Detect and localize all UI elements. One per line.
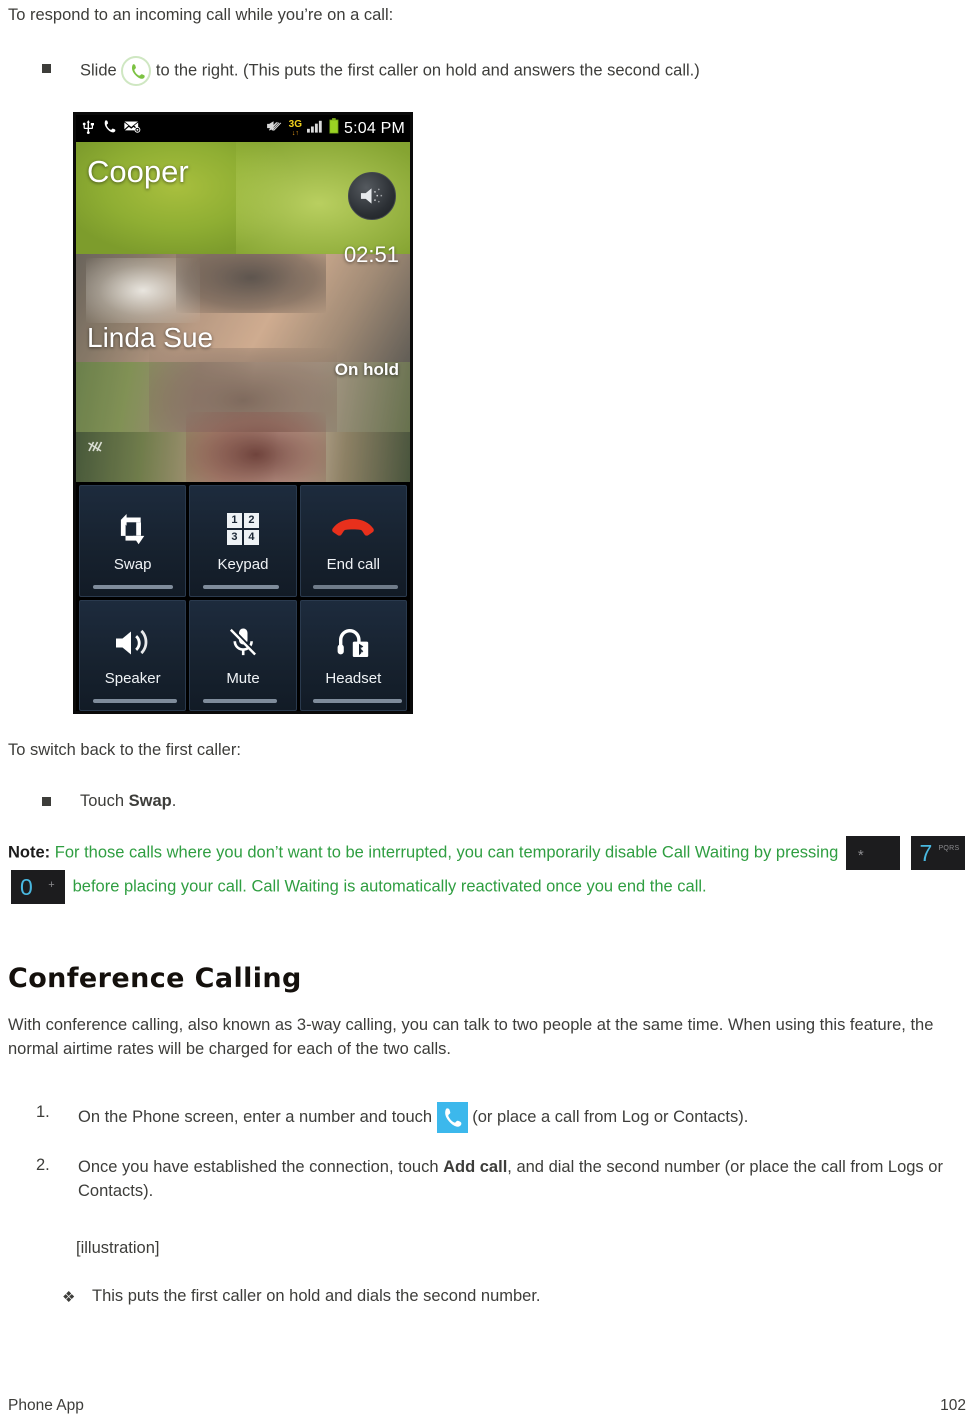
status-bar-time: 5:04 PM bbox=[344, 119, 405, 137]
speaker-button-label: Speaker bbox=[104, 670, 161, 688]
keypad-button-underline bbox=[202, 584, 279, 589]
keypad-key-zero: 0 + bbox=[11, 870, 65, 904]
call-timer: 02:51 bbox=[343, 242, 399, 267]
bullet-slide-to-answer: Slide to the right. (This puts the first… bbox=[80, 56, 960, 86]
swap-button-underline bbox=[92, 584, 173, 589]
keypad-key-4: 4 bbox=[243, 529, 259, 545]
step-1-text-after-icon: (or place a call from Log or Contacts). bbox=[472, 1107, 749, 1126]
switch-back-paragraph: To switch back to the first caller: bbox=[8, 741, 241, 759]
caller-two-status: On hold bbox=[334, 360, 399, 379]
keypad-key-star-main: * bbox=[857, 847, 864, 864]
end-call-button-label: End call bbox=[326, 555, 381, 573]
caller-two-name: Linda Sue bbox=[87, 322, 214, 353]
message-icon bbox=[124, 120, 141, 138]
mute-button-label: Mute bbox=[226, 670, 260, 688]
footer-page-number: 102 bbox=[940, 1397, 966, 1414]
photo-overlay-band-lower bbox=[76, 432, 410, 482]
square-bullet-marker bbox=[42, 64, 51, 73]
speaker-icon[interactable] bbox=[348, 172, 396, 220]
muted-sound-icon bbox=[86, 437, 106, 460]
note-label: Note: bbox=[8, 843, 51, 862]
document-page: To respond to an incoming call while you… bbox=[0, 0, 974, 1420]
keypad-button[interactable]: 1 2 3 4 Keypad bbox=[189, 485, 297, 597]
swap-arrows-icon bbox=[114, 509, 152, 549]
keypad-button-label: Keypad bbox=[217, 555, 269, 573]
speaker-button[interactable]: Speaker bbox=[79, 599, 187, 711]
network-3g-icon: 3G ↓↑ bbox=[288, 118, 302, 137]
keypad-grid-icon: 1 2 3 4 bbox=[226, 509, 259, 549]
step-1-row: On the Phone screen, enter a number and … bbox=[78, 1102, 968, 1133]
headset-button-underline bbox=[313, 699, 402, 703]
headset-button[interactable]: Headset bbox=[299, 599, 407, 711]
keypad-key-seven-sub: PQRS bbox=[938, 845, 960, 852]
keypad-key-3: 3 bbox=[226, 529, 242, 545]
cyan-call-button-icon[interactable] bbox=[436, 1102, 468, 1133]
bullet2-text-before: Touch bbox=[80, 792, 125, 810]
green-call-handset-icon bbox=[121, 56, 152, 86]
headset-button-label: Headset bbox=[325, 670, 382, 688]
footer-left-label: Phone App bbox=[8, 1397, 84, 1414]
keypad-key-1: 1 bbox=[226, 512, 242, 528]
bullet2-text-after: . bbox=[171, 792, 177, 810]
illustration-placeholder: [illustration] bbox=[76, 1239, 160, 1257]
bluetooth-headset-icon bbox=[335, 623, 371, 663]
end-call-button-underline bbox=[313, 584, 398, 589]
status-bar-left-icons bbox=[82, 119, 141, 139]
bullet2-bold-word: Swap bbox=[128, 792, 172, 810]
usb-icon bbox=[82, 119, 95, 139]
speaker-button-underline bbox=[92, 699, 177, 703]
swap-button[interactable]: Swap bbox=[79, 485, 187, 597]
step-2-bold-word: Add call bbox=[443, 1158, 508, 1176]
bullet-text-before-icon: Slide bbox=[80, 61, 117, 80]
step-1-number: 1. bbox=[36, 1103, 50, 1121]
vibrate-off-icon bbox=[265, 119, 284, 139]
status-bar-right-icons: 3G ↓↑ 5:04 PM bbox=[265, 118, 405, 139]
step-2-number: 2. bbox=[36, 1156, 50, 1174]
battery-icon bbox=[329, 118, 339, 139]
result-bullet-row: This puts the first caller on hold and d… bbox=[92, 1287, 541, 1305]
keypad-key-2: 2 bbox=[243, 512, 259, 528]
mute-button[interactable]: Mute bbox=[189, 599, 297, 711]
end-call-button[interactable]: End call bbox=[299, 485, 407, 597]
keypad-key-star: * bbox=[845, 836, 900, 870]
step-2-text-before-bold: Once you have established the connection… bbox=[78, 1158, 439, 1176]
diamond-bullet-marker: ❖ bbox=[62, 1289, 76, 1306]
keypad-key-seven-main: 7 bbox=[919, 840, 933, 866]
phone-call-screenshot: 3G ↓↑ 5:04 PM Cooper 02:51 Linda Sue On … bbox=[73, 112, 413, 714]
mute-button-underline bbox=[202, 699, 277, 703]
call-photo-area: Cooper 02:51 Linda Sue On hold bbox=[76, 142, 410, 482]
body-paragraph: With conference calling, also known as 3… bbox=[8, 1016, 934, 1058]
in-call-button-grid: Swap 1 2 3 4 Keypad End call Speaker Mut… bbox=[76, 482, 410, 711]
caller-one-name: Cooper bbox=[87, 154, 189, 189]
keypad-key-zero-main: 0 bbox=[20, 874, 33, 900]
signal-bars-icon bbox=[307, 119, 324, 138]
bullet-touch-swap: Touch Swap. bbox=[80, 789, 960, 813]
step-1-text-before-icon: On the Phone screen, enter a number and … bbox=[78, 1107, 433, 1126]
note-text-part-1: For those calls where you don’t want to … bbox=[54, 843, 839, 862]
end-call-handset-icon bbox=[331, 509, 375, 549]
phone-status-bar: 3G ↓↑ 5:04 PM bbox=[76, 115, 410, 142]
swap-button-label: Swap bbox=[113, 555, 152, 573]
keypad-key-seven: 7 PQRS bbox=[910, 836, 965, 870]
keypad-key-zero-sub: + bbox=[48, 879, 55, 891]
square-bullet-marker-2 bbox=[42, 797, 51, 806]
phone-call-icon bbox=[102, 119, 117, 139]
step-2-row: Once you have established the connection… bbox=[78, 1155, 968, 1203]
page-heading: Conference Calling bbox=[8, 963, 302, 994]
speaker-waves-icon bbox=[113, 623, 153, 663]
bullet-text-after-icon: to the right. (This puts the first calle… bbox=[155, 61, 700, 80]
microphone-muted-icon bbox=[226, 623, 260, 663]
note-block: Note: For those calls where you don’t wa… bbox=[8, 836, 968, 904]
intro-paragraph: To respond to an incoming call while you… bbox=[8, 6, 394, 24]
note-text-part-2: before placing your call. Call Waiting i… bbox=[72, 877, 707, 896]
